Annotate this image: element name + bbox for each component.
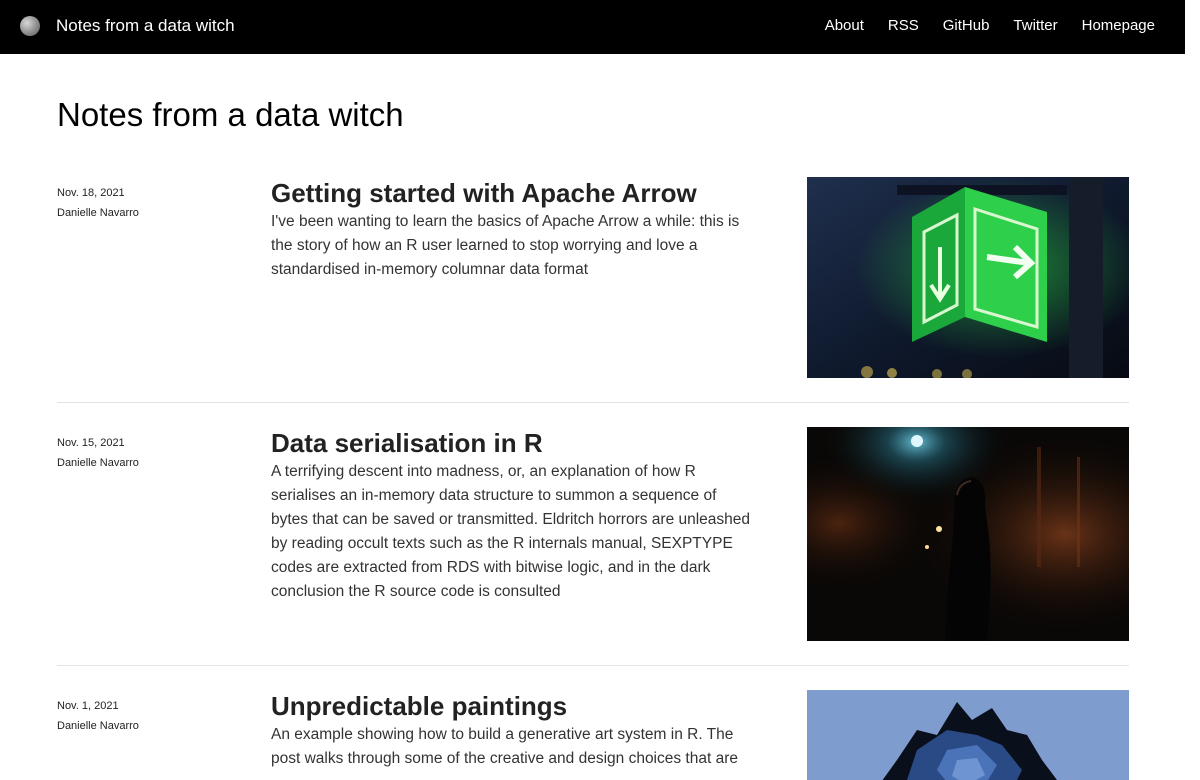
site-brand-link[interactable]: Notes from a data witch xyxy=(56,16,235,36)
post-title-link[interactable]: Getting started with Apache Arrow xyxy=(271,177,755,209)
post-date: Nov. 15, 2021 xyxy=(57,437,125,449)
nav-link-rss[interactable]: RSS xyxy=(888,17,919,35)
exit-sign-image xyxy=(807,177,1129,378)
site-logo-icon[interactable] xyxy=(20,16,40,36)
post-title-link[interactable]: Unpredictable paintings xyxy=(271,690,755,722)
post-body: Unpredictable paintings An example showi… xyxy=(271,690,755,771)
post-title-link[interactable]: Data serialisation in R xyxy=(271,427,755,459)
post-description: I've been wanting to learn the basics of… xyxy=(271,213,740,278)
post-meta: Nov. 18, 2021 Danielle Navarro xyxy=(57,186,237,220)
post-thumbnail-generative-art[interactable] xyxy=(807,690,1129,780)
post-body: Data serialisation in R A terrifying des… xyxy=(271,427,755,604)
nav-link-about[interactable]: About xyxy=(825,17,864,35)
post-thumbnail-exit-sign[interactable] xyxy=(807,177,1129,378)
nav-link-twitter[interactable]: Twitter xyxy=(1013,17,1057,35)
scrollbar-track[interactable] xyxy=(1185,0,1200,780)
post-listing-item: Nov. 1, 2021 Danielle Navarro Unpredicta… xyxy=(57,690,1129,780)
nav-links: About RSS GitHub Twitter Homepage xyxy=(801,17,1155,35)
post-description: An example showing how to build a genera… xyxy=(271,726,738,767)
post-listing-item: Nov. 18, 2021 Danielle Navarro Getting s… xyxy=(57,177,1129,403)
post-meta: Nov. 1, 2021 Danielle Navarro xyxy=(57,699,237,733)
post-meta: Nov. 15, 2021 Danielle Navarro xyxy=(57,436,237,470)
post-author: Danielle Navarro xyxy=(57,207,139,219)
post-author: Danielle Navarro xyxy=(57,720,139,732)
nav-link-homepage[interactable]: Homepage xyxy=(1082,17,1155,35)
post-thumbnail-dark-street[interactable] xyxy=(807,427,1129,641)
dark-street-image xyxy=(807,427,1129,641)
post-date: Nov. 1, 2021 xyxy=(57,700,119,712)
nav-link-github[interactable]: GitHub xyxy=(943,17,990,35)
generative-art-image xyxy=(807,690,1129,780)
post-description: A terrifying descent into madness, or, a… xyxy=(271,463,751,600)
post-author: Danielle Navarro xyxy=(57,457,139,469)
post-body: Getting started with Apache Arrow I've b… xyxy=(271,177,755,282)
page-title: Notes from a data witch xyxy=(57,96,404,133)
top-navbar: Notes from a data witch About RSS GitHub… xyxy=(0,0,1185,54)
post-listing-item: Nov. 15, 2021 Danielle Navarro Data seri… xyxy=(57,427,1129,666)
post-date: Nov. 18, 2021 xyxy=(57,187,125,199)
